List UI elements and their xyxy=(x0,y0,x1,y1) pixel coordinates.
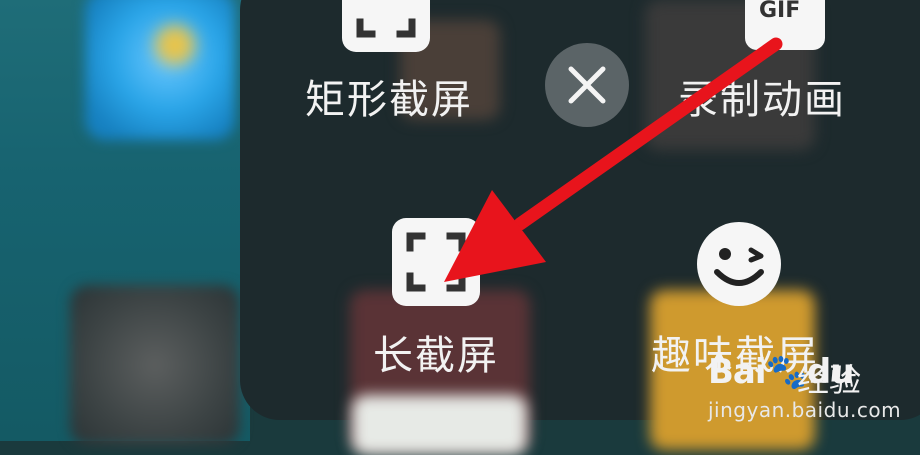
app-tile xyxy=(70,285,240,445)
gif-icon: GIF xyxy=(745,0,825,50)
long-capture-label: 长截屏 xyxy=(373,333,499,379)
blurred-app-thumbnail xyxy=(352,395,527,455)
long-capture-icon xyxy=(392,218,480,306)
watermark-url: jingyan.baidu.com xyxy=(708,398,902,422)
rect-capture-icon xyxy=(342,0,430,52)
weather-widget xyxy=(85,0,235,140)
close-icon xyxy=(568,66,606,104)
gif-badge-text: GIF xyxy=(759,0,801,23)
watermark-brand-bai: Bai xyxy=(708,352,767,392)
smiley-icon xyxy=(697,222,781,306)
close-button[interactable] xyxy=(545,43,629,127)
watermark-title: 经验 xyxy=(797,361,862,399)
sun-icon xyxy=(155,25,195,65)
record-gif-label: 录制动画 xyxy=(678,77,846,123)
rect-capture-label: 矩形截屏 xyxy=(305,77,473,123)
